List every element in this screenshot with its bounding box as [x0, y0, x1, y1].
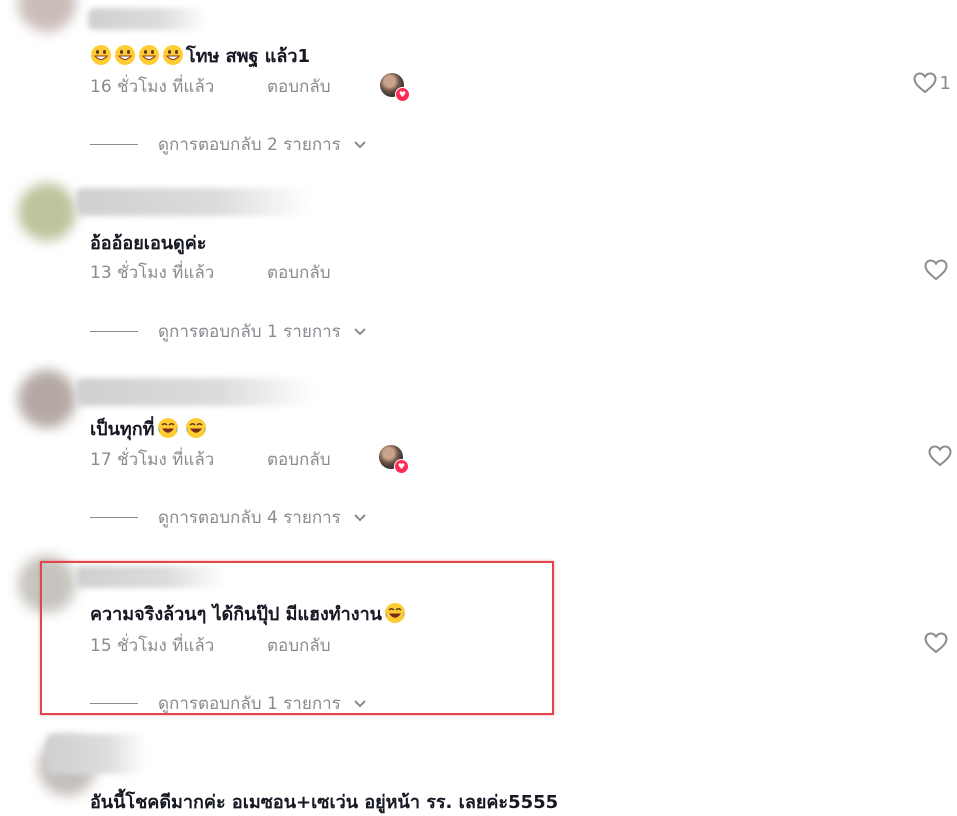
comment-time: 13 ชั่วโมง ที่แล้ว — [90, 263, 215, 283]
view-replies-label: ดูการตอบกลับ 2 รายการ — [158, 135, 341, 155]
creator-liked-badge: ♥ — [379, 445, 409, 474]
comment-text: อ้ออ้อยเอนดูค่ะ — [90, 228, 206, 257]
view-replies-button[interactable]: ดูการตอบกลับ 4 รายการ — [90, 504, 367, 531]
creator-liked-badge: ♥ — [380, 73, 410, 102]
view-replies-button[interactable]: ดูการตอบกลับ 2 รายการ — [90, 131, 367, 158]
comment-meta: 13 ชั่วโมง ที่แล้ว ตอบกลับ — [90, 259, 331, 286]
grinning-face-icon — [139, 45, 159, 65]
comment-time: 16 ชั่วโมง ที่แล้ว — [90, 77, 215, 97]
comment-body: เป็นทุกที่ — [90, 419, 155, 440]
grinning-face-icon — [91, 45, 111, 65]
comment-text: เป็นทุกที่ — [90, 414, 209, 443]
heart-outline-icon — [924, 632, 948, 654]
heart-outline-icon — [928, 445, 952, 467]
reply-button[interactable]: ตอบกลับ — [267, 259, 331, 286]
reply-button[interactable]: ตอบกลับ — [267, 446, 331, 473]
comment-body: อันนี้โชคดีมากค่ะ อเมซอน+เซเว่น อยู่หน้า… — [90, 792, 559, 813]
divider-line — [90, 517, 138, 518]
comment-text: ความจริงล้วนๆ ได้กินปุ๊ป มีแฮงทำงาน — [90, 599, 408, 628]
like-button[interactable] — [927, 444, 955, 468]
comment-body: ความจริงล้วนๆ ได้กินปุ๊ป มีแฮงทำงาน — [90, 604, 382, 625]
view-replies-label: ดูการตอบกลับ 4 รายการ — [158, 508, 341, 528]
divider-line — [90, 703, 138, 704]
grinning-face-icon — [163, 45, 183, 65]
comment-text: อันนี้โชคดีมากค่ะ อเมซอน+เซเว่น อยู่หน้า… — [90, 787, 558, 816]
avatar[interactable] — [18, 183, 76, 241]
reply-button[interactable]: ตอบกลับ — [267, 73, 331, 100]
heart-outline-icon — [913, 72, 937, 94]
username-blurred[interactable] — [76, 188, 311, 216]
heart-icon: ♥ — [394, 459, 409, 474]
like-button[interactable] — [923, 631, 951, 655]
comment-text: โทษ สพฐ แล้ว1 — [90, 41, 310, 70]
laughing-face-icon — [157, 418, 178, 438]
view-replies-button[interactable]: ดูการตอบกลับ 1 รายการ — [90, 318, 367, 345]
comment-time: 17 ชั่วโมง ที่แล้ว — [90, 450, 215, 470]
username-blurred[interactable] — [76, 566, 226, 588]
chevron-down-icon — [354, 327, 366, 335]
like-button[interactable] — [923, 258, 951, 282]
username-blurred[interactable] — [88, 8, 208, 30]
comment-time: 15 ชั่วโมง ที่แล้ว — [90, 636, 215, 656]
username-blurred[interactable] — [46, 734, 146, 774]
view-replies-button[interactable]: ดูการตอบกลับ 1 รายการ — [90, 690, 367, 717]
like-button[interactable]: 1 — [912, 71, 951, 95]
chevron-down-icon — [354, 140, 366, 148]
view-replies-label: ดูการตอบกลับ 1 รายการ — [158, 694, 341, 714]
username-blurred[interactable] — [76, 378, 316, 406]
reply-button[interactable]: ตอบกลับ — [267, 632, 331, 659]
comment-meta: 15 ชั่วโมง ที่แล้ว ตอบกลับ — [90, 632, 331, 659]
avatar[interactable] — [18, 555, 76, 613]
avatar[interactable] — [18, 0, 76, 32]
divider-line — [90, 144, 138, 145]
chevron-down-icon — [354, 513, 366, 521]
comment-meta: 16 ชั่วโมง ที่แล้ว ตอบกลับ — [90, 73, 331, 100]
heart-outline-icon — [924, 259, 948, 281]
view-replies-label: ดูการตอบกลับ 1 รายการ — [158, 322, 341, 342]
divider-line — [90, 331, 138, 332]
comment-body: อ้ออ้อยเอนดูค่ะ — [90, 233, 207, 254]
comment-meta: 17 ชั่วโมง ที่แล้ว ตอบกลับ — [90, 446, 331, 473]
avatar[interactable] — [18, 370, 76, 428]
heart-icon: ♥ — [395, 87, 410, 102]
grinning-face-icon — [115, 45, 135, 65]
laughing-face-icon — [185, 418, 206, 438]
chevron-down-icon — [354, 699, 366, 707]
laughing-face-icon — [384, 603, 405, 623]
like-count: 1 — [939, 72, 951, 94]
comment-body: โทษ สพฐ แล้ว1 — [186, 46, 310, 67]
